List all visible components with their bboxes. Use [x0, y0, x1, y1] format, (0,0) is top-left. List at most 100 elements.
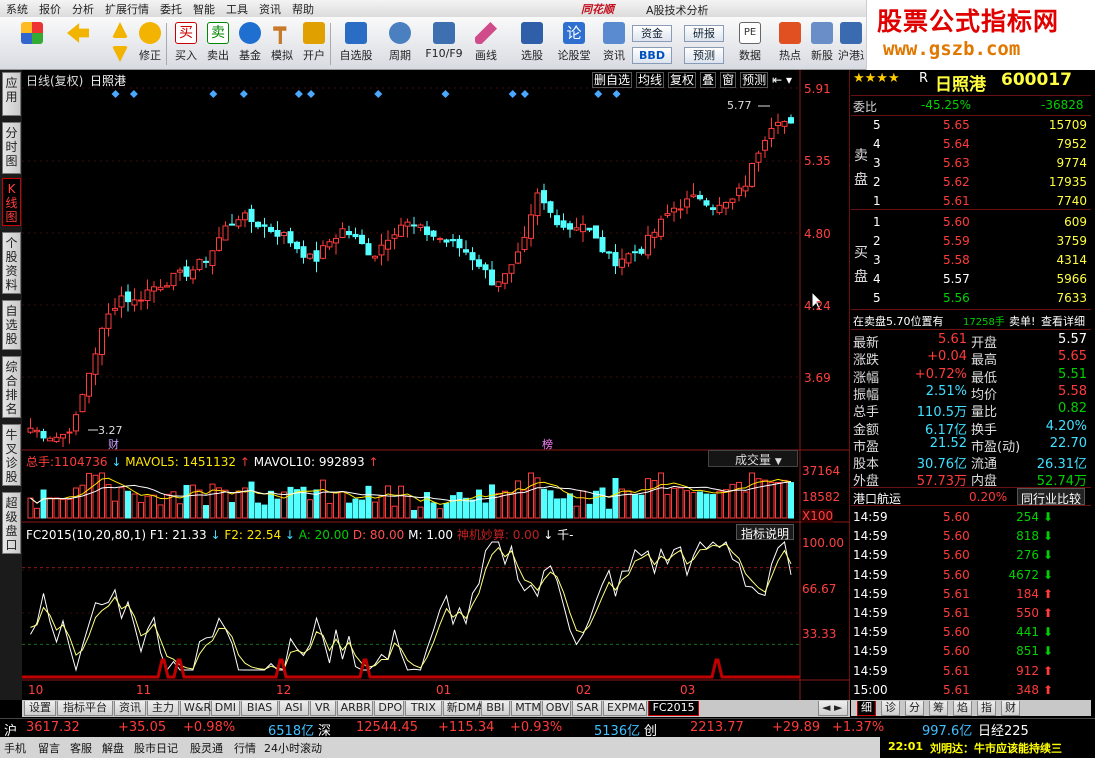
tab-apps[interactable]: 应用	[2, 72, 21, 116]
indicator-tab-15[interactable]: OBV	[541, 701, 572, 716]
remove-watchlist-button[interactable]: 删自选	[592, 72, 633, 88]
cy-index[interactable]: 2213.77	[690, 720, 744, 735]
big-order-notice[interactable]: 在卖盘5.70位置有 17258手 卖单! 查看详细	[851, 311, 1091, 330]
hk-connect-button[interactable]: 沪港通	[838, 20, 864, 68]
sz-index[interactable]: 12544.45	[356, 720, 418, 735]
menu-smart[interactable]: 智能	[187, 0, 220, 17]
watchlist-button[interactable]: 自选股	[336, 20, 376, 68]
indicator-tab-16[interactable]: SAR	[572, 701, 602, 716]
menu-analysis[interactable]: 分析	[66, 0, 99, 17]
ma-button[interactable]: 均线	[636, 72, 665, 88]
indicator-tab-5[interactable]: DMI	[210, 701, 241, 716]
kline-chart-svg[interactable]	[22, 70, 850, 700]
tab-diagnosis[interactable]: 牛叉诊股	[2, 424, 21, 486]
layout-button[interactable]	[16, 20, 48, 68]
buy-level-row[interactable]: 2 5.59 3759	[851, 232, 1091, 251]
indicator-tab-0[interactable]: 设置	[24, 701, 56, 716]
sh-index[interactable]: 3617.32	[26, 720, 80, 735]
sell-button[interactable]: 卖卖出	[202, 20, 234, 68]
notice-detail-link[interactable]: 查看详细	[1041, 313, 1085, 329]
stock-picker-button[interactable]: 选股	[516, 20, 548, 68]
kline-chart-area[interactable]: 日线(复权) 日照港 删自选 均线 复权叠窗预测 ⇤ ▾ 5.91 5.35 4.80…	[22, 70, 850, 700]
right-tab-5[interactable]: 指	[977, 701, 996, 716]
research-button[interactable]: 研报	[684, 25, 724, 42]
footer-market[interactable]: 行情	[234, 740, 256, 756]
footer-gulingtong[interactable]: 股灵通	[190, 740, 223, 756]
indicator-tab-8[interactable]: VR	[309, 701, 336, 716]
indicator-tab-9[interactable]: ARBR	[336, 701, 374, 716]
tab-super-level[interactable]: 超级盘口	[2, 492, 21, 554]
footer-analysis[interactable]: 解盘	[102, 740, 124, 756]
industry-compare-button[interactable]: 同行业比较	[1017, 488, 1086, 506]
forecast-chart-button[interactable]: 预测	[740, 72, 769, 88]
open-account-button[interactable]: 开户	[298, 20, 330, 68]
hotspot-button[interactable]: 热点	[774, 20, 806, 68]
right-tab-4[interactable]: 焰	[953, 701, 972, 716]
indicator-tab-3[interactable]: 主力	[147, 701, 179, 716]
right-tab-2[interactable]: 分	[905, 701, 924, 716]
capital-button[interactable]: 资金	[632, 25, 672, 42]
indicator-tab-6[interactable]: BIAS	[241, 701, 278, 716]
simulate-button[interactable]: 模拟	[266, 20, 298, 68]
tab-kline[interactable]: K线图	[2, 178, 21, 226]
buy-level-row[interactable]: 5 5.56 7633	[851, 289, 1091, 308]
menu-info[interactable]: 资讯	[253, 0, 286, 17]
sell-level-row[interactable]: 5 5.65 15709	[851, 116, 1091, 135]
footer-mobile[interactable]: 手机	[4, 740, 26, 756]
footer-24h[interactable]: 24小时滚动	[264, 740, 322, 756]
tab-intraday[interactable]: 分时图	[2, 122, 21, 174]
buy-level-row[interactable]: 4 5.57 5966	[851, 270, 1091, 289]
forum-button[interactable]: 论论股堂	[556, 20, 592, 68]
collapse-arrow-icon[interactable]: ⇤ ▾	[772, 73, 792, 87]
menu-trade[interactable]: 委托	[154, 0, 187, 17]
news-ticker[interactable]: 22:01 刘明达：牛市应该能持续三	[880, 737, 1095, 758]
tab-ranking[interactable]: 综合排名	[2, 356, 21, 418]
ranking-marker[interactable]: 榜	[542, 436, 553, 452]
overlay-button[interactable]: 叠	[700, 72, 717, 88]
indicator-tab-14[interactable]: MTM	[511, 701, 541, 716]
ad-banner[interactable]: 股票公式指标网 www.gszb.com	[866, 0, 1095, 70]
right-tab-6[interactable]: 财	[1001, 701, 1020, 716]
sell-level-row[interactable]: 4 5.64 7952	[851, 135, 1091, 154]
indicator-tab-10[interactable]: DPO	[374, 701, 404, 716]
tab-scroll-arrows-icon[interactable]: ◄ ►	[818, 701, 848, 716]
draw-line-button[interactable]: 画线	[470, 20, 502, 68]
sell-level-row[interactable]: 3 5.63 9774	[851, 154, 1091, 173]
indicator-tab-4[interactable]: W&R	[180, 701, 211, 716]
sell-level-row[interactable]: 1 5.61 7740	[851, 192, 1091, 211]
tab-watchlist[interactable]: 自选股	[2, 300, 21, 350]
sell-level-row[interactable]: 2 5.62 17935	[851, 173, 1091, 192]
indicator-help-button[interactable]: 指标说明	[736, 524, 795, 541]
revise-button[interactable]: 修正	[134, 20, 166, 68]
footer-diary[interactable]: 股市日记	[134, 740, 178, 756]
period-button[interactable]: 周期	[382, 20, 418, 68]
sector-name[interactable]: 港口航运	[853, 490, 901, 507]
up-button[interactable]	[104, 20, 136, 44]
right-tab-0[interactable]: 细	[857, 701, 876, 716]
menu-extended[interactable]: 扩展行情	[99, 0, 154, 17]
data-button[interactable]: PE 数据	[734, 20, 766, 68]
menu-help[interactable]: 帮助	[286, 0, 319, 17]
buy-level-row[interactable]: 1 5.60 609	[851, 213, 1091, 232]
indicator-tab-7[interactable]: ASI	[279, 701, 309, 716]
news-button[interactable]: 资讯	[598, 20, 630, 68]
menu-tools[interactable]: 工具	[220, 0, 253, 17]
buy-level-row[interactable]: 3 5.58 4314	[851, 251, 1091, 270]
footer-service[interactable]: 客服	[70, 740, 92, 756]
indicator-tab-1[interactable]: 指标平台	[57, 701, 113, 716]
menu-quote[interactable]: 报价	[33, 0, 66, 17]
indicator-tab-11[interactable]: TRIX	[405, 701, 442, 716]
menu-system[interactable]: 系统	[0, 0, 33, 17]
ipo-button[interactable]: 新股	[806, 20, 838, 68]
forecast-button[interactable]: 预测	[684, 47, 724, 64]
footer-message[interactable]: 留言	[38, 740, 60, 756]
buy-button[interactable]: 买买入	[170, 20, 202, 68]
window-button[interactable]: 窗	[720, 72, 737, 88]
right-tab-1[interactable]: 诊	[881, 701, 900, 716]
indicator-tab-17[interactable]: EXPMA	[603, 701, 647, 716]
indicator-tab-2[interactable]: 资讯	[114, 701, 146, 716]
indicator-tab-12[interactable]: 新DMA	[442, 701, 483, 716]
adjust-button[interactable]: 复权	[668, 72, 697, 88]
indicator-tab-18[interactable]: FC2015	[648, 701, 700, 716]
bbd-button[interactable]: BBD	[632, 47, 672, 64]
